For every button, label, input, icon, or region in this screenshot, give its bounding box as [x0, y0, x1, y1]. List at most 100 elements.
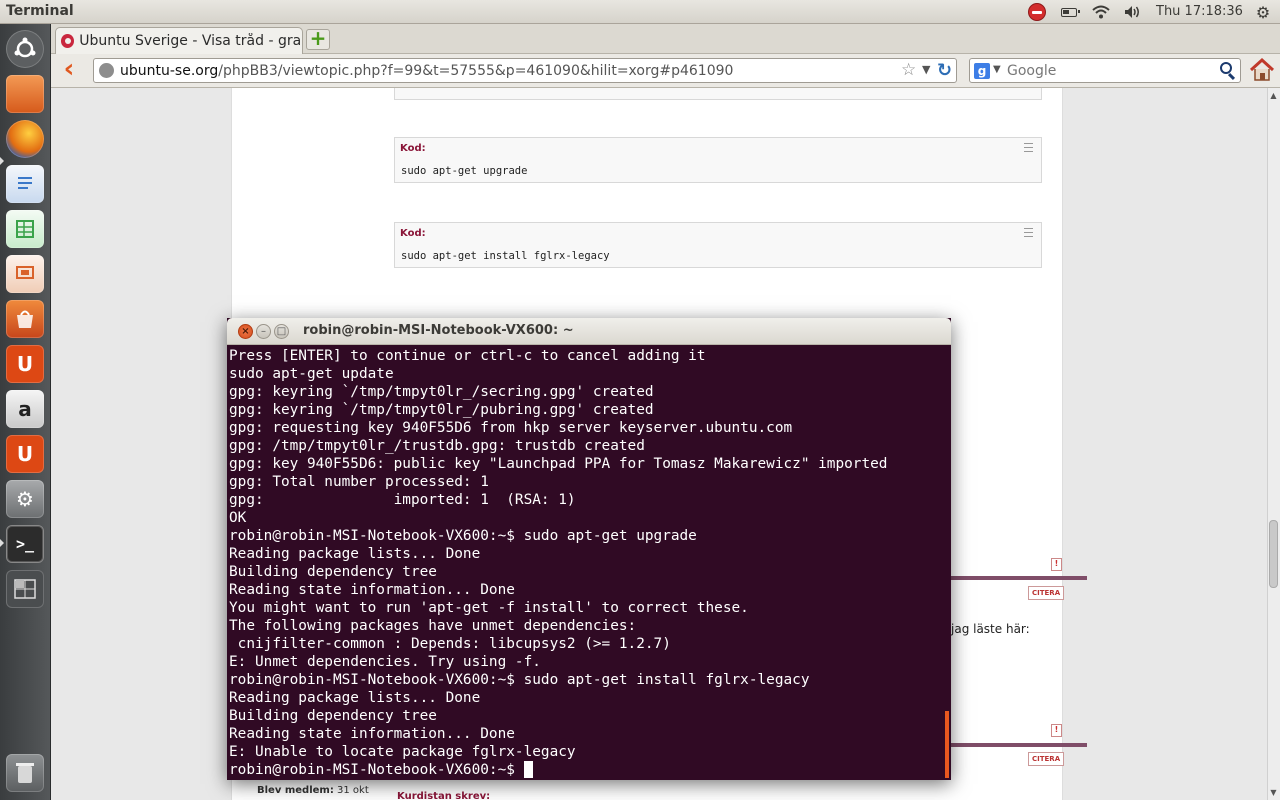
- code-text: sudo apt-get upgrade: [401, 165, 528, 177]
- close-icon[interactable]: ×: [238, 324, 253, 339]
- launcher: U a U ⚙ >_: [0, 24, 51, 800]
- terminal-line: Building dependency tree: [229, 708, 437, 724]
- code-block: Kod: sudo apt-get install fglrx-legacy: [394, 222, 1042, 268]
- terminal-line: Reading package lists... Done: [229, 690, 481, 706]
- minimize-icon[interactable]: –: [256, 324, 271, 339]
- terminal-scroll-indicator[interactable]: [945, 711, 949, 778]
- terminal-line: Press [ENTER] to continue or ctrl-c to c…: [229, 348, 706, 364]
- running-indicator: [0, 539, 4, 547]
- terminal-icon[interactable]: >_: [6, 525, 44, 563]
- code-block: Kod: sudo apt-get upgrade: [394, 137, 1042, 183]
- search-engine-dropdown-icon[interactable]: ▼: [993, 64, 1001, 75]
- trash-icon[interactable]: [6, 754, 44, 792]
- terminal-line: You might want to run 'apt-get -f instal…: [229, 600, 749, 616]
- terminal-output[interactable]: Press [ENTER] to continue or ctrl-c to c…: [229, 347, 941, 779]
- writer-icon[interactable]: [6, 165, 44, 203]
- member-since-value: 31 okt: [337, 785, 369, 796]
- system-settings-icon[interactable]: ⚙: [6, 480, 44, 518]
- stop-icon[interactable]: [1026, 2, 1048, 22]
- back-button[interactable]: ‹: [57, 56, 81, 82]
- terminal-line: OK: [229, 510, 247, 526]
- terminal-line: gpg: keyring `/tmp/tmpyt0lr_/secring.gpg…: [229, 384, 654, 400]
- ubuntu-favicon-icon: [61, 34, 75, 48]
- terminal-prompt-line[interactable]: robin@robin-MSI-Notebook-VX600:~$: [229, 761, 941, 779]
- terminal-line: The following packages have unmet depend…: [229, 618, 637, 634]
- ubuntu-one-music-icon[interactable]: U: [6, 435, 44, 473]
- page-scrollbar[interactable]: [1267, 88, 1280, 800]
- post-text-fragment: jag läste här:: [951, 622, 1030, 636]
- terminal-cursor: [523, 761, 533, 778]
- globe-icon: [99, 63, 114, 78]
- terminal-line: gpg: key 940F55D6: public key "Launchpad…: [229, 456, 888, 472]
- top-panel: Terminal Thu 17:18:36 ⚙: [0, 0, 1280, 24]
- page-scroll-thumb[interactable]: [1269, 520, 1278, 588]
- code-block-previous: [394, 88, 1042, 100]
- browser-nav-bar: ‹ ubuntu-se.org/phpBB3/viewtopic.php?f=9…: [51, 54, 1280, 88]
- url-text: ubuntu-se.org/phpBB3/viewtopic.php?f=99&…: [120, 63, 733, 79]
- report-post-icon[interactable]: !: [1051, 724, 1062, 737]
- terminal-titlebar[interactable]: × – □ robin@robin-MSI-Notebook-VX600: ~: [227, 318, 951, 345]
- scroll-down-icon[interactable]: ▼: [1269, 788, 1278, 797]
- terminal-line: gpg: /tmp/tmpyt0lr_/trustdb.gpg: trustdb…: [229, 438, 645, 454]
- quote-button[interactable]: CITERA: [1028, 586, 1065, 600]
- code-text: sudo apt-get install fglrx-legacy: [401, 250, 610, 262]
- terminal-window[interactable]: × – □ robin@robin-MSI-Notebook-VX600: ~ …: [227, 318, 951, 780]
- impress-icon[interactable]: [6, 255, 44, 293]
- terminal-line: Reading state information... Done: [229, 726, 515, 742]
- terminal-line: robin@robin-MSI-Notebook-VX600:~$ sudo a…: [229, 672, 810, 688]
- home-icon[interactable]: [1249, 57, 1275, 83]
- ubuntu-one-icon[interactable]: U: [6, 345, 44, 383]
- code-label: Kod:: [400, 228, 426, 239]
- tab-title: Ubuntu Sverige - Visa tråd - gra...: [79, 33, 302, 49]
- clock[interactable]: Thu 17:18:36: [1156, 4, 1243, 19]
- terminal-prompt: robin@robin-MSI-Notebook-VX600:~$: [229, 762, 524, 778]
- terminal-line: gpg: keyring `/tmp/tmpyt0lr_/pubring.gpg…: [229, 402, 654, 418]
- google-engine-icon[interactable]: g: [974, 63, 990, 79]
- search-bar[interactable]: g ▼ Google: [969, 58, 1241, 83]
- calc-icon[interactable]: [6, 210, 44, 248]
- new-tab-button[interactable]: +: [306, 28, 330, 50]
- terminal-line: gpg: imported: 1 (RSA: 1): [229, 492, 576, 508]
- terminal-line: E: Unmet dependencies. Try using -f.: [229, 654, 541, 670]
- terminal-line: gpg: requesting key 940F55D6 from hkp se…: [229, 420, 793, 436]
- terminal-title: robin@robin-MSI-Notebook-VX600: ~: [303, 323, 574, 338]
- terminal-line: Reading package lists... Done: [229, 546, 481, 562]
- url-path: /phpBB3/viewtopic.php?f=99&t=57555&p=461…: [218, 63, 734, 79]
- volume-icon[interactable]: [1122, 2, 1144, 22]
- terminal-line: cnijfilter-common : Depends: libcupsys2 …: [229, 636, 671, 652]
- terminal-line: robin@robin-MSI-Notebook-VX600:~$ sudo a…: [229, 528, 697, 544]
- dash-home-icon[interactable]: [6, 30, 44, 68]
- url-host: ubuntu-se.org: [120, 63, 219, 79]
- session-gear-icon[interactable]: ⚙: [1252, 2, 1274, 22]
- search-icon[interactable]: [1220, 62, 1232, 74]
- quote-button[interactable]: CITERA: [1028, 752, 1065, 766]
- reload-icon[interactable]: ↻: [937, 60, 952, 81]
- terminal-line: Building dependency tree: [229, 564, 437, 580]
- workspace-switcher-icon[interactable]: [6, 570, 44, 608]
- maximize-icon[interactable]: □: [274, 324, 289, 339]
- wifi-icon[interactable]: [1090, 2, 1112, 22]
- amazon-icon[interactable]: a: [6, 390, 44, 428]
- home-folder-icon[interactable]: [6, 75, 44, 113]
- scroll-up-icon[interactable]: ▲: [1269, 91, 1278, 100]
- url-bar[interactable]: ubuntu-se.org/phpBB3/viewtopic.php?f=99&…: [93, 58, 957, 83]
- terminal-line: Reading state information... Done: [229, 582, 515, 598]
- terminal-line: E: Unable to locate package fglrx-legacy: [229, 744, 576, 760]
- report-post-icon[interactable]: !: [1051, 558, 1062, 571]
- bookmark-star-icon[interactable]: ☆: [901, 60, 916, 80]
- firefox-icon[interactable]: [6, 120, 44, 158]
- select-code-icon[interactable]: [1024, 228, 1033, 237]
- quote-author: Kurdistan skrev:: [397, 791, 491, 800]
- battery-icon[interactable]: [1058, 2, 1080, 22]
- member-since: Blev medlem: 31 okt: [257, 785, 369, 796]
- url-history-dropdown-icon[interactable]: ▼: [922, 63, 930, 76]
- search-input[interactable]: Google: [1007, 63, 1056, 79]
- running-indicator: [0, 157, 4, 165]
- terminal-line: gpg: Total number processed: 1: [229, 474, 489, 490]
- member-since-label: Blev medlem:: [257, 785, 334, 796]
- active-app-title: Terminal: [6, 3, 74, 19]
- browser-tab-bar: Ubuntu Sverige - Visa tråd - gra... +: [51, 24, 1280, 54]
- software-center-icon[interactable]: [6, 300, 44, 338]
- select-code-icon[interactable]: [1024, 143, 1033, 152]
- browser-tab[interactable]: Ubuntu Sverige - Visa tråd - gra...: [55, 27, 303, 54]
